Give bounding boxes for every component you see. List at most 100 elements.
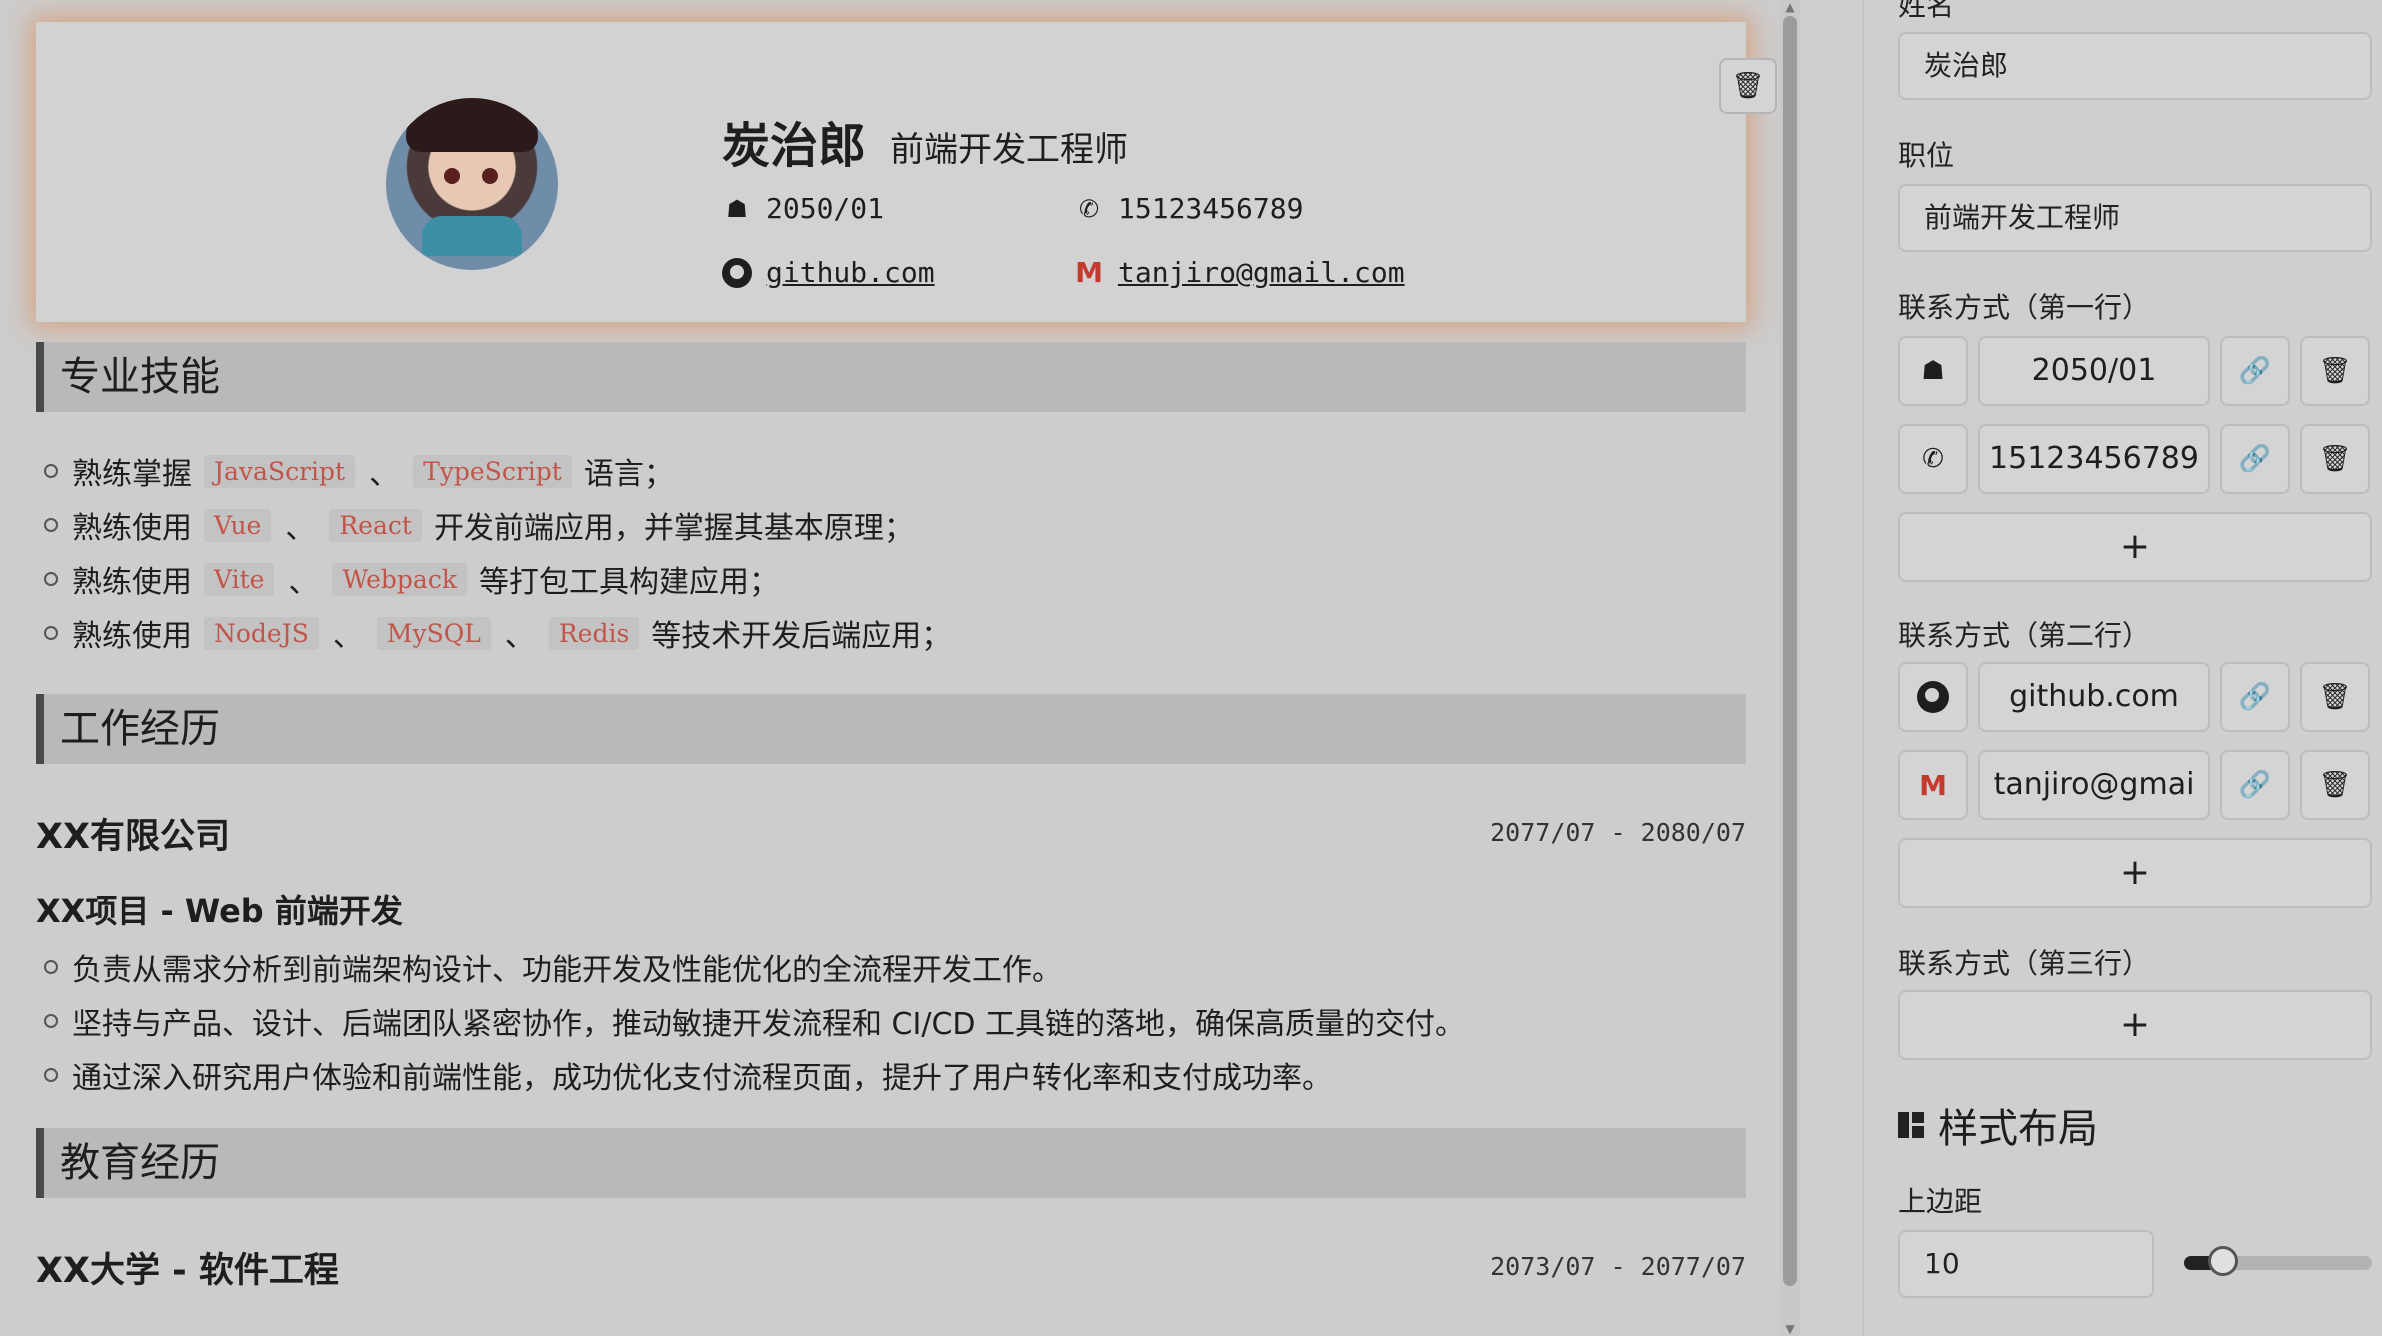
skill-text: 语言； [583, 457, 674, 492]
trash-icon: 🗑 [1731, 71, 1765, 101]
section-title-education: 教育经历 [36, 1128, 1746, 1198]
icon-picker-button[interactable]: ☗ [1898, 336, 1968, 406]
email-link[interactable]: tanjiro@gmail.com [1118, 256, 1405, 289]
role-label: 职位 [1898, 139, 1955, 172]
github-icon [722, 257, 752, 288]
contact-value-input[interactable]: 15123456789 [1978, 424, 2210, 494]
section-title-work: 工作经历 [36, 694, 1746, 764]
skill-tag: TypeScript [413, 454, 572, 488]
margin-top-label: 上边距 [1898, 1185, 1983, 1218]
skill-tag: JavaScript [204, 454, 356, 488]
style-layout-heading: 样式布局 [1898, 1096, 2098, 1154]
skill-text: 熟练使用 [72, 619, 192, 654]
project-title: XX项目 - Web 前端开发 [36, 892, 403, 930]
resume-name: 炭治郎 [722, 118, 867, 174]
skill-text: 等技术开发后端应用； [651, 619, 952, 654]
skill-text: 熟练使用 [72, 565, 192, 600]
delete-button[interactable]: 🗑 [2300, 336, 2370, 406]
contact-email: M tanjiro@gmail.com [1074, 256, 1405, 289]
skill-text: 开发前端应用，并掌握其基本原理； [433, 511, 914, 546]
skill-text: 熟练使用 [72, 511, 192, 546]
phone-icon: ✆ [1922, 444, 1944, 474]
cake-icon: ☗ [1921, 356, 1945, 386]
layout-icon [1898, 1112, 1924, 1138]
link-button[interactable]: 🔗 [2220, 336, 2290, 406]
skill-tag: MySQL [376, 616, 491, 650]
list-item: 通过深入研究用户体验和前端性能，成功优化支付流程页面，提升了用户转化率和支付成功… [44, 1048, 1465, 1102]
skills-list: 熟练掌握 JavaScript 、 TypeScript 语言； 熟练使用 Vue 、 Reac… [44, 444, 951, 660]
link-icon: 🔗 [2238, 770, 2272, 800]
add-contact-row2-button[interactable]: + [1898, 838, 2372, 908]
link-icon: 🔗 [2238, 682, 2272, 712]
link-button[interactable]: 🔗 [2220, 750, 2290, 820]
school-name: XX大学 - 软件工程 [36, 1251, 339, 1291]
skill-separator: 、 [288, 565, 319, 600]
add-contact-row3-button[interactable]: + [1898, 990, 2372, 1060]
delete-button[interactable]: 🗑 [2300, 750, 2370, 820]
gmail-icon: M [1075, 256, 1103, 289]
link-button[interactable]: 🔗 [2220, 662, 2290, 732]
skill-item: 熟练使用 NodeJS 、 MySQL 、 Redis 等技术开发后端应用； [44, 606, 951, 660]
skill-tag: React [329, 508, 422, 542]
skill-item: 熟练掌握 JavaScript 、 TypeScript 语言； [44, 444, 951, 498]
work-date: 2077/07 - 2080/07 [1490, 818, 1746, 847]
skill-separator: 、 [504, 619, 535, 654]
delete-header-button[interactable]: 🗑 [1719, 58, 1777, 114]
scrollbar-thumb[interactable] [1783, 16, 1797, 1286]
phone-icon: ✆ [1078, 194, 1100, 223]
work-list: 负责从需求分析到前端架构设计、功能开发及性能优化的全流程开发工作。 坚持与产品、… [44, 940, 1465, 1102]
row3-label: 联系方式（第三行） [1898, 947, 2151, 980]
slider-knob[interactable] [2207, 1246, 2238, 1276]
skill-separator: 、 [369, 457, 400, 492]
skill-tag: Vite [204, 562, 275, 596]
list-item: 负责从需求分析到前端架构设计、功能开发及性能优化的全流程开发工作。 [44, 940, 1465, 994]
cake-icon: ☗ [726, 194, 748, 223]
github-link[interactable]: github.com [766, 256, 935, 289]
icon-picker-button[interactable]: ✆ [1898, 424, 1968, 494]
editor-panel: 姓名 炭治郎 职位 前端开发工程师 联系方式（第一行） ☗ 2050/01 🔗 … [1862, 0, 2382, 1336]
trash-icon: 🗑 [2318, 444, 2352, 474]
name-input[interactable]: 炭治郎 [1898, 32, 2372, 100]
phone-text: 15123456789 [1118, 192, 1304, 225]
icon-picker-button[interactable]: M [1898, 750, 1968, 820]
style-layout-title: 样式布局 [1938, 1106, 2098, 1152]
skill-text: 熟练掌握 [72, 457, 192, 492]
skill-tag: Webpack [332, 562, 467, 596]
delete-button[interactable]: 🗑 [2300, 662, 2370, 732]
education-date: 2073/07 - 2077/07 [1490, 1252, 1746, 1281]
skill-separator: 、 [332, 619, 363, 654]
row1-label: 联系方式（第一行） [1898, 291, 2151, 324]
contact-value-input[interactable]: github.com [1978, 662, 2210, 732]
name-label: 姓名 [1898, 0, 1955, 22]
icon-picker-button[interactable] [1898, 662, 1968, 732]
add-contact-row1-button[interactable]: + [1898, 512, 2372, 582]
contact-value-input[interactable]: tanjiro@gmai [1978, 750, 2210, 820]
preview-scrollbar[interactable]: ▲ ▼ [1780, 0, 1800, 1336]
margin-top-slider[interactable] [2184, 1246, 2372, 1276]
delete-button[interactable]: 🗑 [2300, 424, 2370, 494]
skill-text: 等打包工具构建应用； [478, 565, 779, 600]
trash-icon: 🗑 [2318, 770, 2352, 800]
github-icon [1917, 681, 1949, 713]
role-input[interactable]: 前端开发工程师 [1898, 184, 2372, 252]
skill-item: 熟练使用 Vue 、 React 开发前端应用，并掌握其基本原理； [44, 498, 951, 552]
contact-phone: ✆ 15123456789 [1074, 192, 1304, 225]
contact-value-input[interactable]: 2050/01 [1978, 336, 2210, 406]
contact-github: github.com [722, 256, 935, 289]
margin-top-input[interactable]: 10 [1898, 1230, 2154, 1298]
section-title-skills: 专业技能 [36, 342, 1746, 412]
resume-preview: 炭治郎 前端开发工程师 ☗ 2050/01 ✆ 15123456789 gith… [0, 0, 1790, 1336]
trash-icon: 🗑 [2318, 682, 2352, 712]
resume-role: 前端开发工程师 [890, 130, 1128, 170]
skill-item: 熟练使用 Vite 、 Webpack 等打包工具构建应用； [44, 552, 951, 606]
avatar [386, 98, 558, 270]
birth-text: 2050/01 [766, 192, 885, 225]
list-item: 坚持与产品、设计、后端团队紧密协作，推动敏捷开发流程和 CI/CD 工具链的落地… [44, 994, 1465, 1048]
contact-birth: ☗ 2050/01 [722, 192, 884, 225]
skill-tag: NodeJS [204, 616, 319, 650]
link-button[interactable]: 🔗 [2220, 424, 2290, 494]
company-name: XX有限公司 [36, 817, 230, 857]
scroll-down-icon[interactable]: ▼ [1780, 1322, 1800, 1336]
resume-header-card[interactable]: 炭治郎 前端开发工程师 ☗ 2050/01 ✆ 15123456789 gith… [36, 22, 1777, 322]
scroll-up-icon[interactable]: ▲ [1780, 0, 1800, 14]
